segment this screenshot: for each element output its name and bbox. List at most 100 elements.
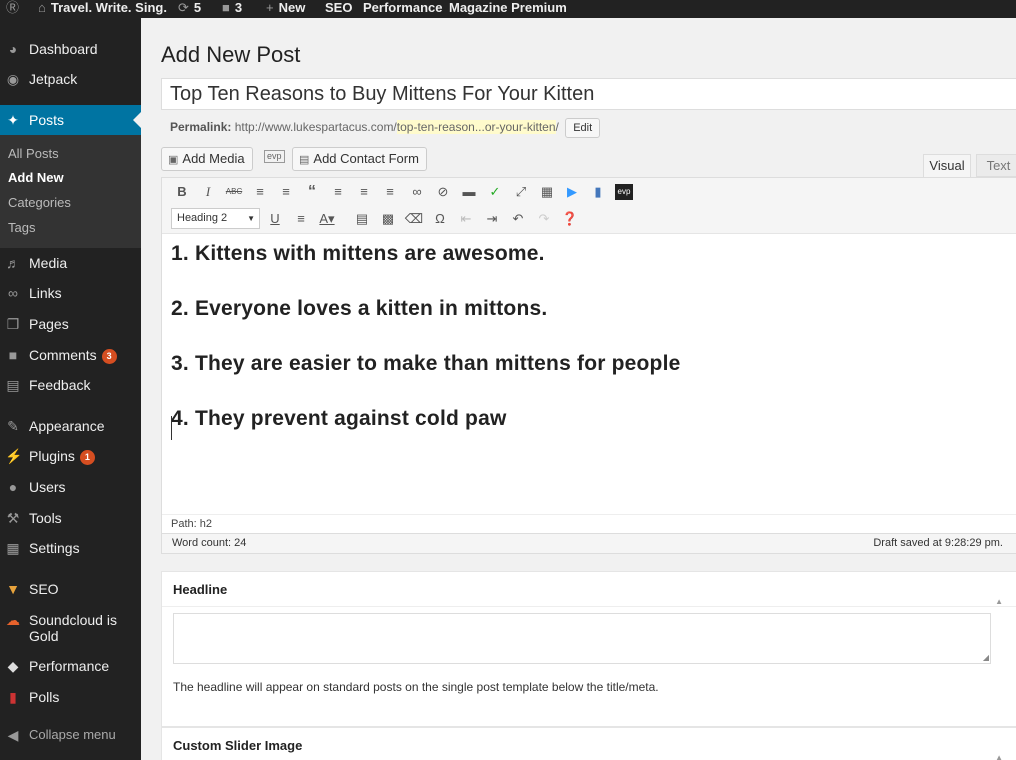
admin-sidebar: ◕ Dashboard ◉ Jetpack ✦ Posts All Posts Add… <box>0 18 141 760</box>
add-contact-form-button[interactable]: ▤ Add Contact Form <box>292 147 427 171</box>
menu-soundcloud[interactable]: ☁ Soundcloud is Gold <box>0 605 141 644</box>
editor-toolbar: B I ABC ≡ ≡ “ ≡ ≡ ≡ ∞ ⊘ ▬ ✓ ⤢ ▦ ▶ ▮ evp … <box>162 178 1016 234</box>
evp-icon[interactable]: evp <box>615 184 633 200</box>
strikethrough-icon[interactable]: ABC <box>224 182 244 202</box>
blockquote-icon[interactable]: “ <box>302 182 322 202</box>
edit-slug-button[interactable]: Edit <box>565 118 601 138</box>
menu-plugins[interactable]: ⚡ Plugins 1 <box>0 441 141 471</box>
admin-bar-performance[interactable]: Performance <box>363 0 442 18</box>
paste-text-icon[interactable]: ▤ <box>352 209 372 229</box>
polls-icon: ▮ <box>9 689 17 705</box>
toolbar-toggle-icon[interactable]: ▦ <box>537 182 557 202</box>
content-heading: 4. They prevent against cold paw <box>171 407 507 430</box>
seo-icon: ▼ <box>6 581 20 597</box>
menu-seo[interactable]: ▼ SEO <box>0 574 141 604</box>
format-select[interactable]: Heading 2 ▼ <box>171 208 260 229</box>
justify-icon[interactable]: ≡ <box>291 209 311 229</box>
collapse-menu-button[interactable]: ◀ Collapse menu <box>0 720 141 750</box>
updates-link[interactable]: ⟳ 5 <box>178 0 201 18</box>
menu-tools[interactable]: ⚒ Tools <box>0 503 141 533</box>
plus-icon: + <box>266 0 274 15</box>
menu-dashboard[interactable]: ◕ Dashboard <box>0 34 141 64</box>
outdent-icon[interactable]: ⇤ <box>456 209 476 229</box>
italic-icon[interactable]: I <box>198 182 218 202</box>
indent-icon[interactable]: ⇥ <box>482 209 502 229</box>
insert-link-icon[interactable]: ∞ <box>407 182 427 202</box>
resize-grip-icon[interactable]: ◢ <box>983 653 989 662</box>
chevron-down-icon: ▼ <box>247 214 255 223</box>
custom-slider-metabox-header[interactable]: Custom Slider Image ▲ <box>162 728 1016 760</box>
submenu-all-posts[interactable]: All Posts <box>8 146 59 162</box>
paste-word-icon[interactable]: ▩ <box>378 209 398 229</box>
media-icon: ♬ <box>6 255 20 271</box>
align-right-icon[interactable]: ≡ <box>380 182 400 202</box>
comments-icon: ■ <box>8 347 18 363</box>
permalink-slug[interactable]: top-ten-reason...or-your-kitten <box>396 120 556 134</box>
editor-status-bar: Word count: 24 Draft saved at 9:28:29 pm… <box>161 533 1016 554</box>
menu-performance[interactable]: ◆ Performance <box>0 651 141 681</box>
admin-bar-magazine-premium[interactable]: Magazine Premium <box>449 0 567 18</box>
page-title: Add New Post <box>161 42 301 67</box>
menu-links[interactable]: ∞ Links <box>0 278 141 308</box>
help-icon[interactable]: ❓ <box>560 209 580 229</box>
menu-users[interactable]: ● Users <box>0 472 141 502</box>
post-title-input[interactable]: Top Ten Reasons to Buy Mittens For Your … <box>161 78 1016 110</box>
numbered-list-icon[interactable]: ≡ <box>276 182 296 202</box>
wordpress-logo-icon[interactable]: Ⓡ <box>6 0 24 18</box>
plugins-badge: 1 <box>79 450 95 465</box>
menu-jetpack[interactable]: ◉ Jetpack <box>0 64 141 94</box>
content-heading: 1. Kittens with mittens are awesome. <box>171 242 545 265</box>
read-more-icon[interactable]: ▬ <box>459 182 479 202</box>
comments-link[interactable]: ■ 3 <box>222 0 242 18</box>
fullscreen-icon[interactable]: ⤢ <box>511 182 531 202</box>
editor-path: Path: h2 <box>162 514 1016 533</box>
jetpack-icon: ◉ <box>6 71 20 87</box>
menu-media[interactable]: ♬ Media <box>0 248 141 278</box>
collapse-arrow-icon[interactable]: ▲ <box>995 584 1003 619</box>
menu-feedback[interactable]: ▤ Feedback <box>0 370 141 400</box>
editor-content[interactable]: 1. Kittens with mittens are awesome. 2. … <box>171 242 1011 462</box>
home-icon: ⌂ <box>38 0 46 15</box>
submenu-categories[interactable]: Categories <box>8 195 71 211</box>
menu-posts[interactable]: ✦ Posts <box>0 105 141 135</box>
refresh-icon: ⟳ <box>178 0 189 15</box>
menu-pages[interactable]: ❐ Pages <box>0 309 141 339</box>
menu-comments[interactable]: ■ Comments 3 <box>0 340 141 370</box>
evp-button[interactable]: evp <box>264 150 285 163</box>
align-center-icon[interactable]: ≡ <box>354 182 374 202</box>
bullet-list-icon[interactable]: ≡ <box>250 182 270 202</box>
submenu-add-new[interactable]: Add New <box>8 170 64 186</box>
brush-icon: ✎ <box>7 418 19 434</box>
pin-icon: ✦ <box>7 112 19 128</box>
spellcheck-icon[interactable]: ✓ <box>485 182 505 202</box>
headline-description: The headline will appear on standard pos… <box>173 680 659 694</box>
clear-formatting-icon[interactable]: ⌫ <box>404 209 424 229</box>
menu-settings[interactable]: ▦ Settings <box>0 533 141 563</box>
headline-metabox-header[interactable]: Headline ▲ <box>162 572 1016 607</box>
align-left-icon[interactable]: ≡ <box>328 182 348 202</box>
user-icon: ● <box>8 479 18 495</box>
bold-icon[interactable]: B <box>172 182 192 202</box>
unlink-icon[interactable]: ⊘ <box>433 182 453 202</box>
polls-chart-icon[interactable]: ▮ <box>588 182 608 202</box>
post-editor: B I ABC ≡ ≡ “ ≡ ≡ ≡ ∞ ⊘ ▬ ✓ ⤢ ▦ ▶ ▮ evp … <box>161 177 1016 554</box>
menu-appearance[interactable]: ✎ Appearance <box>0 411 141 441</box>
redo-icon[interactable]: ↷ <box>534 209 554 229</box>
menu-polls[interactable]: ▮ Polls <box>0 682 141 712</box>
add-media-button[interactable]: ▣ Add Media <box>161 147 253 171</box>
dashboard-icon: ◕ <box>8 41 18 57</box>
underline-icon[interactable]: U <box>265 209 285 229</box>
headline-textarea[interactable]: ◢ <box>173 613 991 664</box>
tab-text[interactable]: Text <box>976 154 1016 177</box>
submenu-tags[interactable]: Tags <box>8 220 35 236</box>
site-name-link[interactable]: ⌂ Travel. Write. Sing. <box>38 0 167 18</box>
undo-icon[interactable]: ↶ <box>508 209 528 229</box>
text-color-icon[interactable]: A▾ <box>317 209 337 229</box>
special-character-icon[interactable]: Ω <box>430 209 450 229</box>
new-content-link[interactable]: + New <box>266 0 305 18</box>
collapse-arrow-icon[interactable]: ▲ <box>995 740 1003 760</box>
media-icon: ▣ <box>168 154 179 166</box>
kama-play-icon[interactable]: ▶ <box>562 182 582 202</box>
tab-visual[interactable]: Visual <box>923 154 971 177</box>
admin-bar-seo[interactable]: SEO <box>325 0 352 18</box>
